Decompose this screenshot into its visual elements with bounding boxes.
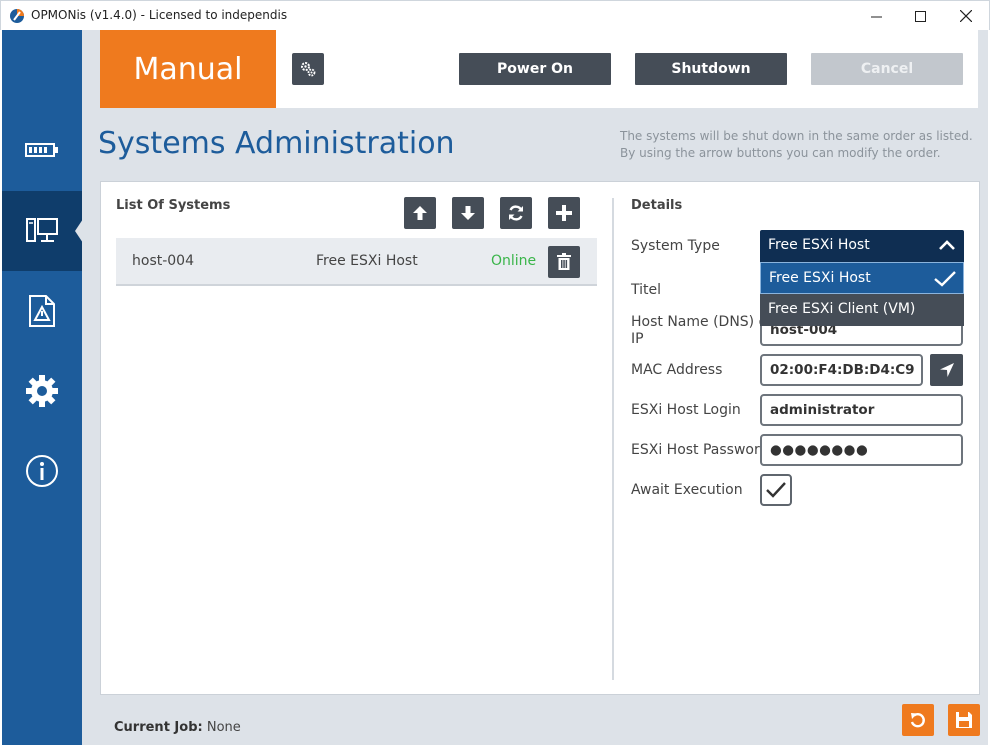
- undo-button[interactable]: [902, 704, 934, 736]
- undo-icon: [910, 713, 925, 728]
- system-row[interactable]: host-004 Free ESXi Host Online: [116, 238, 597, 286]
- page-title: Systems Administration: [98, 126, 455, 161]
- current-job-label: Current Job:: [114, 720, 203, 735]
- system-type-select[interactable]: Free ESXi Host: [760, 230, 964, 262]
- system-status: Online: [491, 253, 537, 269]
- save-button[interactable]: [948, 704, 980, 736]
- save-icon: [956, 712, 972, 728]
- mode-indicator: Manual: [100, 30, 276, 108]
- power-on-button[interactable]: Power On: [459, 53, 611, 85]
- move-down-button[interactable]: [452, 197, 484, 229]
- dropdown-option-esxi-host[interactable]: Free ESXi Host: [760, 262, 964, 294]
- system-type-dropdown[interactable]: Free ESXi Host Free ESXi Host Free ESXi …: [760, 230, 964, 326]
- system-type: Free ESXi Host: [316, 253, 418, 269]
- current-job: Current Job: None: [114, 720, 241, 735]
- chevron-up-icon: [939, 240, 955, 250]
- panel-divider: [612, 198, 614, 680]
- option-label: Free ESXi Client (VM): [768, 301, 916, 317]
- locate-mac-button[interactable]: [930, 354, 963, 386]
- sidebar-item-power[interactable]: [2, 110, 82, 190]
- mac-label: MAC Address: [631, 362, 723, 378]
- await-execution-label: Await Execution: [631, 482, 743, 498]
- shutdown-button[interactable]: Shutdown: [635, 53, 787, 85]
- page-hint: The systems will be shut down in the sam…: [620, 129, 973, 160]
- mac-address-field[interactable]: 02:00:F4:DB:D4:C9: [760, 354, 923, 386]
- refresh-icon: [509, 205, 523, 221]
- maximize-button[interactable]: [897, 1, 943, 31]
- info-icon: [26, 455, 58, 487]
- system-type-label: System Type: [631, 238, 720, 254]
- top-toolbar: Manual Power On Shutdown Cancel: [100, 30, 978, 108]
- gears-icon: [301, 62, 316, 77]
- hostname-label: Host Name (DNS) or IP: [631, 314, 773, 348]
- login-label: ESXi Host Login: [631, 402, 741, 418]
- system-name: host-004: [132, 253, 194, 269]
- window-title: OPMONis (v1.4.0) - Licensed to independi…: [31, 8, 288, 22]
- login-field[interactable]: administrator: [760, 394, 963, 426]
- systems-icon: [26, 218, 58, 242]
- hostname-label-line1: Host Name (DNS) or: [631, 314, 773, 330]
- minimize-button[interactable]: [853, 1, 899, 31]
- window-titlebar: OPMONis (v1.4.0) - Licensed to independi…: [0, 0, 990, 30]
- main-area: Manual Power On Shutdown Cancel Systems …: [82, 30, 988, 745]
- close-icon: [960, 10, 972, 22]
- app-logo-icon: [10, 9, 24, 23]
- sidebar-item-alerts[interactable]: [2, 271, 82, 351]
- close-button[interactable]: [943, 1, 989, 31]
- trash-icon: [557, 253, 571, 270]
- battery-icon: [25, 143, 58, 157]
- sidebar: [2, 30, 83, 745]
- warning-document-icon: [29, 295, 55, 327]
- cancel-button[interactable]: Cancel: [811, 53, 963, 85]
- move-up-button[interactable]: [404, 197, 436, 229]
- minimize-icon: [870, 16, 882, 17]
- hostname-label-line2: IP: [631, 331, 644, 347]
- current-job-value: None: [206, 720, 241, 735]
- details-title: Details: [631, 198, 683, 213]
- arrow-up-icon: [413, 206, 427, 220]
- password-label: ESXi Host Password: [631, 442, 769, 458]
- refresh-button[interactable]: [500, 197, 532, 229]
- maximize-icon: [914, 10, 926, 22]
- arrow-down-icon: [461, 206, 475, 220]
- await-execution-checkbox[interactable]: [760, 474, 792, 506]
- list-title: List Of Systems: [116, 198, 231, 213]
- titel-label: Titel: [631, 282, 662, 298]
- location-arrow-icon: [939, 363, 954, 377]
- add-system-button[interactable]: [548, 197, 580, 229]
- dropdown-option-esxi-client[interactable]: Free ESXi Client (VM): [760, 294, 964, 326]
- delete-system-button[interactable]: [548, 246, 580, 278]
- plus-icon: [556, 205, 572, 221]
- checkmark-icon: [766, 482, 786, 498]
- sidebar-item-info[interactable]: [2, 431, 82, 511]
- checkmark-icon: [934, 271, 956, 287]
- option-label: Free ESXi Host: [769, 270, 871, 286]
- sidebar-item-systems[interactable]: [2, 191, 83, 271]
- password-field[interactable]: ●●●●●●●●: [760, 434, 963, 466]
- sidebar-item-settings[interactable]: [2, 351, 82, 431]
- mode-settings-button[interactable]: [292, 53, 324, 85]
- settings-gear-icon: [26, 375, 58, 407]
- systems-panel: List Of Systems host-004 Free ESXi Host …: [100, 181, 980, 695]
- system-type-value: Free ESXi Host: [768, 237, 870, 253]
